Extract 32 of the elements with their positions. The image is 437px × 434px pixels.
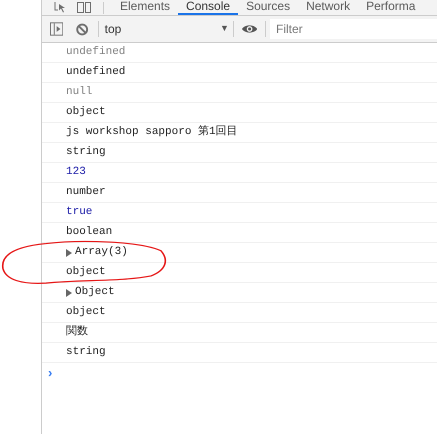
console-output: null	[66, 85, 92, 100]
expand-triangle-icon[interactable]	[66, 248, 72, 256]
tab[interactable]: Performa	[358, 0, 424, 15]
context-label: top	[104, 21, 122, 38]
tab[interactable]: Network	[298, 0, 358, 15]
tab[interactable]: Elements	[112, 0, 178, 15]
prompt-caret: ›	[48, 366, 52, 378]
sidebar-toggle-icon[interactable]	[50, 22, 64, 36]
eye-icon[interactable]	[242, 24, 258, 34]
console-output: string	[66, 145, 106, 160]
console-output[interactable]: Object	[75, 284, 115, 301]
console-output: boolean	[66, 225, 112, 240]
console-output: true	[66, 205, 92, 220]
tab[interactable]: Sources	[238, 0, 298, 15]
console-output: 123	[66, 165, 86, 180]
console-output: object	[66, 305, 106, 320]
device-icon[interactable]	[77, 2, 91, 13]
filter-field[interactable]: Filter	[270, 19, 437, 39]
console-output[interactable]: Array(3)	[75, 244, 128, 261]
context-dropdown[interactable]: top ▼	[104, 20, 233, 38]
caret-icon: ▼	[220, 22, 229, 36]
console-output: undefined	[66, 65, 126, 80]
console-output: object	[66, 265, 106, 280]
console-output: number	[66, 185, 106, 200]
console-output: js workshop sapporo 第1回目	[66, 124, 238, 140]
console-output: object	[66, 105, 106, 120]
console-output: undefined	[66, 45, 126, 60]
clear-icon[interactable]	[76, 22, 89, 36]
console-output: 関数	[66, 324, 88, 340]
expand-triangle-icon[interactable]	[66, 288, 72, 296]
console-output: string	[66, 345, 106, 360]
inspect-icon[interactable]	[54, 2, 67, 13]
